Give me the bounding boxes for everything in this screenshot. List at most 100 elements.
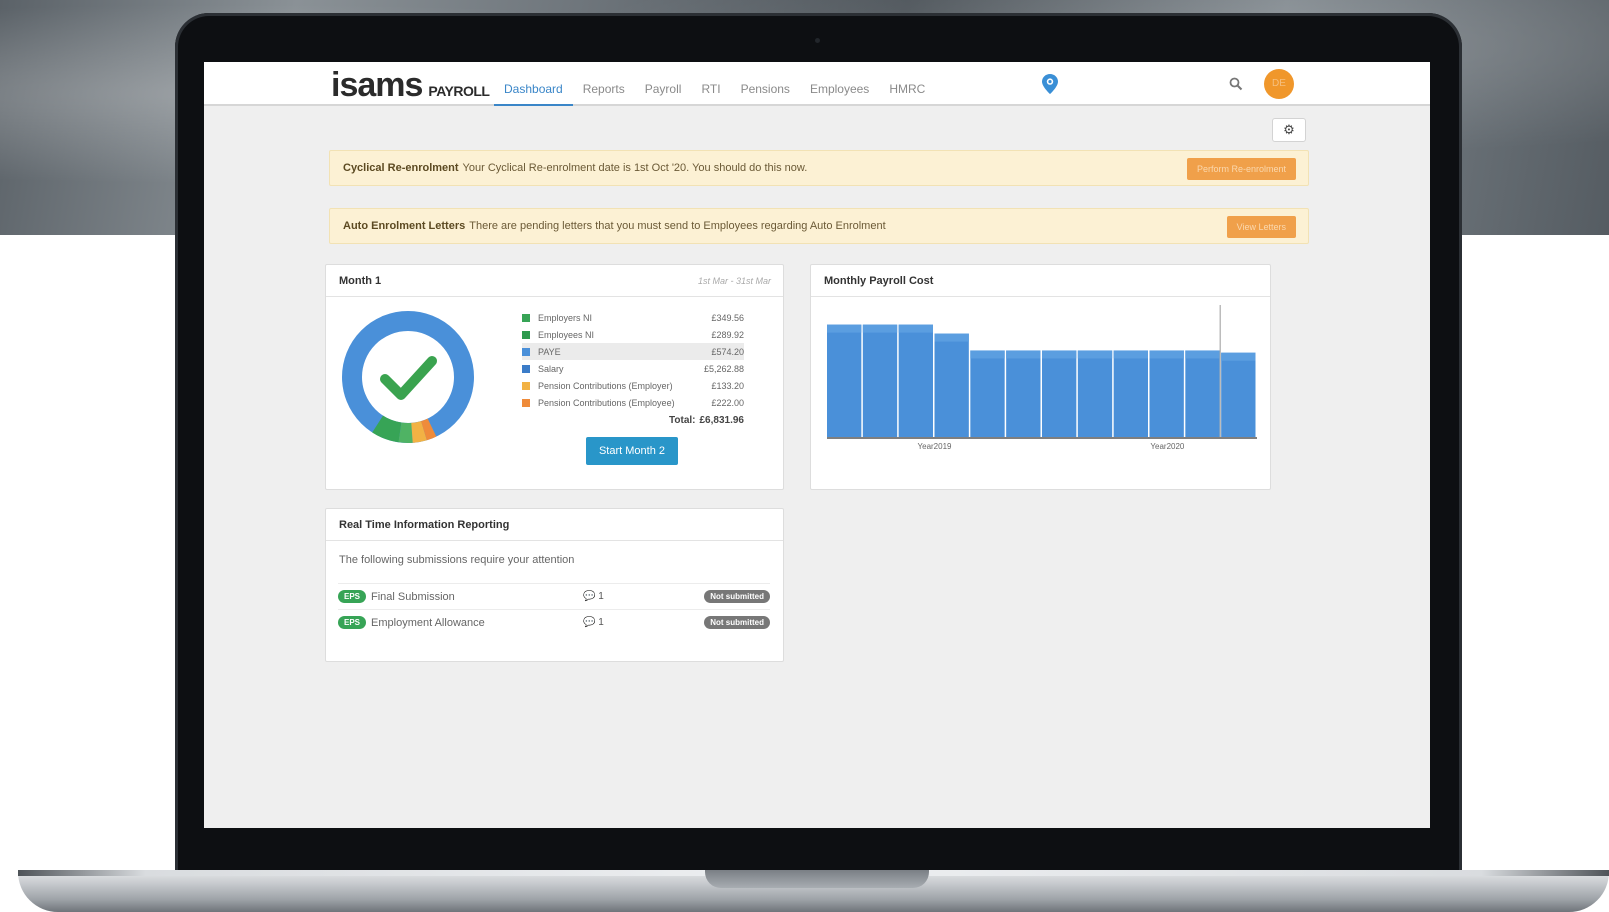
chart-bar[interactable] <box>898 324 933 437</box>
month-panel-title: Month 1 <box>339 275 382 287</box>
logo-sub-text: PAYROLL <box>428 83 490 99</box>
rti-row-label: Employment Allowance <box>371 616 485 629</box>
eps-badge: EPS <box>338 616 367 629</box>
chart-bar-cap <box>1006 350 1041 359</box>
start-month-button[interactable]: Start Month 2 <box>586 437 678 465</box>
legend-total: Total: £6,831.96 <box>522 411 744 429</box>
month-panel: Month 1 1st Mar - 31st Mar Employers NI … <box>325 264 784 490</box>
search-icon[interactable] <box>1229 77 1243 91</box>
chart-bar[interactable] <box>1006 350 1041 437</box>
rti-comment-count[interactable]: 💬 1 <box>583 591 604 602</box>
nav-hmrc[interactable]: HMRC <box>879 62 935 106</box>
chart-bar-cap <box>1149 350 1184 359</box>
chart-bar[interactable] <box>1113 350 1148 437</box>
main-nav: Dashboard Reports Payroll RTI Pensions E… <box>494 62 935 106</box>
alert-message: Your Cyclical Re-enrolment date is 1st O… <box>462 162 808 174</box>
laptop-camera <box>815 38 820 43</box>
legend-label: Employers NI <box>538 312 593 323</box>
rti-intro: The following submissions require your a… <box>339 554 575 566</box>
map-pin-icon[interactable] <box>1042 74 1058 94</box>
chart-x-group-label: Year2020 <box>1150 442 1185 451</box>
legend-value: £574.20 <box>711 346 744 357</box>
chart-bar-cap <box>827 324 862 333</box>
chart-bar-cap <box>1221 352 1256 361</box>
app-logo[interactable]: isams PAYROLL <box>331 66 490 105</box>
rti-panel: Real Time Information Reporting The foll… <box>325 508 784 662</box>
chart-bar-cap <box>898 324 933 333</box>
chart-bar-cap <box>970 350 1005 359</box>
legend-value: £222.00 <box>711 397 744 408</box>
nav-pensions[interactable]: Pensions <box>731 62 800 106</box>
rti-panel-header: Real Time Information Reporting <box>326 509 783 541</box>
legend-row: Employees NI £289.92 <box>522 326 744 343</box>
month-date-range: 1st Mar - 31st Mar <box>697 276 771 286</box>
chart-bar[interactable] <box>1185 350 1220 437</box>
comment-icon: 💬 <box>583 617 596 628</box>
payroll-cost-header: Monthly Payroll Cost <box>811 265 1270 297</box>
chart-bar-cap <box>1042 350 1077 359</box>
legend-row: Pension Contributions (Employee) £222.00 <box>522 394 744 411</box>
donut-arc-employers-ni <box>372 415 402 443</box>
payroll-donut-chart <box>342 311 474 444</box>
donut-arc-pension-employee <box>420 418 437 441</box>
payroll-cost-panel: Monthly Payroll Cost Year2019 Year2020 <box>810 264 1271 490</box>
app-screen: isams PAYROLL Dashboard Reports Payroll … <box>204 62 1430 828</box>
chart-bar-cap <box>862 324 898 333</box>
rti-row[interactable]: EPS Final Submission 💬 1 Not submitted <box>338 583 770 609</box>
legend-row: PAYE £574.20 <box>522 343 744 360</box>
chart-bar[interactable] <box>970 350 1005 437</box>
alert-title: Auto Enrolment Letters <box>343 220 466 232</box>
status-badge: Not submitted <box>704 590 770 603</box>
rti-row[interactable]: EPS Employment Allowance 💬 1 Not submitt… <box>338 609 770 635</box>
legend-label: Salary <box>538 363 564 374</box>
legend-value: £289.92 <box>711 329 744 340</box>
legend-row: Salary £5,262.88 <box>522 360 744 377</box>
chart-x-group-label: Year2019 <box>918 442 953 451</box>
chart-bar[interactable] <box>1077 350 1113 437</box>
nav-payroll[interactable]: Payroll <box>635 62 692 106</box>
nav-employees[interactable]: Employees <box>800 62 879 106</box>
legend-label: Pension Contributions (Employer) <box>538 380 673 391</box>
chart-bar[interactable] <box>934 333 969 437</box>
legend-row: Employers NI £349.56 <box>522 309 744 326</box>
legend-swatch <box>522 330 530 339</box>
comment-count: 1 <box>598 617 604 628</box>
chart-bar-cap <box>1077 350 1113 359</box>
alert-title: Cyclical Re-enrolment <box>343 162 459 174</box>
cogs-icon: ⚙ <box>1283 122 1295 137</box>
dashboard-settings-button[interactable]: ⚙ <box>1272 118 1306 142</box>
legend-label: Pension Contributions (Employee) <box>538 397 675 408</box>
laptop-notch <box>705 870 929 888</box>
chart-bar-cap <box>1113 350 1148 359</box>
view-letters-button[interactable]: View Letters <box>1226 216 1296 238</box>
legend-value: £5,262.88 <box>703 363 744 374</box>
perform-reenrolment-button[interactable]: Perform Re-enrolment <box>1186 158 1296 180</box>
chart-bar[interactable] <box>827 324 862 437</box>
alert-cyclical-reenrolment: Cyclical Re-enrolment Your Cyclical Re-e… <box>329 150 1309 186</box>
legend-value: £349.56 <box>711 312 744 323</box>
legend-label: PAYE <box>538 346 561 357</box>
month-panel-header: Month 1 1st Mar - 31st Mar <box>326 265 783 297</box>
chart-bar[interactable] <box>1221 352 1256 437</box>
rti-row-label: Final Submission <box>371 590 455 603</box>
legend-swatch <box>522 364 530 373</box>
rti-comment-count[interactable]: 💬 1 <box>583 617 604 628</box>
chart-bar[interactable] <box>1042 350 1077 437</box>
status-badge: Not submitted <box>704 616 770 629</box>
nav-reports[interactable]: Reports <box>573 62 635 106</box>
cost-legend: Employers NI £349.56 Employees NI £289.9… <box>522 309 744 429</box>
legend-swatch <box>522 313 530 322</box>
nav-dashboard[interactable]: Dashboard <box>494 62 573 106</box>
legend-swatch <box>522 347 530 356</box>
rti-panel-title: Real Time Information Reporting <box>339 519 510 531</box>
payroll-cost-title: Monthly Payroll Cost <box>824 275 934 287</box>
user-avatar[interactable]: DE <box>1264 69 1294 99</box>
total-label: Total: <box>669 414 696 426</box>
donut-arc-employees-ni <box>398 422 413 444</box>
comment-count: 1 <box>598 591 604 602</box>
legend-swatch <box>522 381 530 390</box>
chart-bar[interactable] <box>1149 350 1184 437</box>
legend-swatch <box>522 398 530 407</box>
chart-bar[interactable] <box>862 324 898 437</box>
nav-rti[interactable]: RTI <box>691 62 730 106</box>
